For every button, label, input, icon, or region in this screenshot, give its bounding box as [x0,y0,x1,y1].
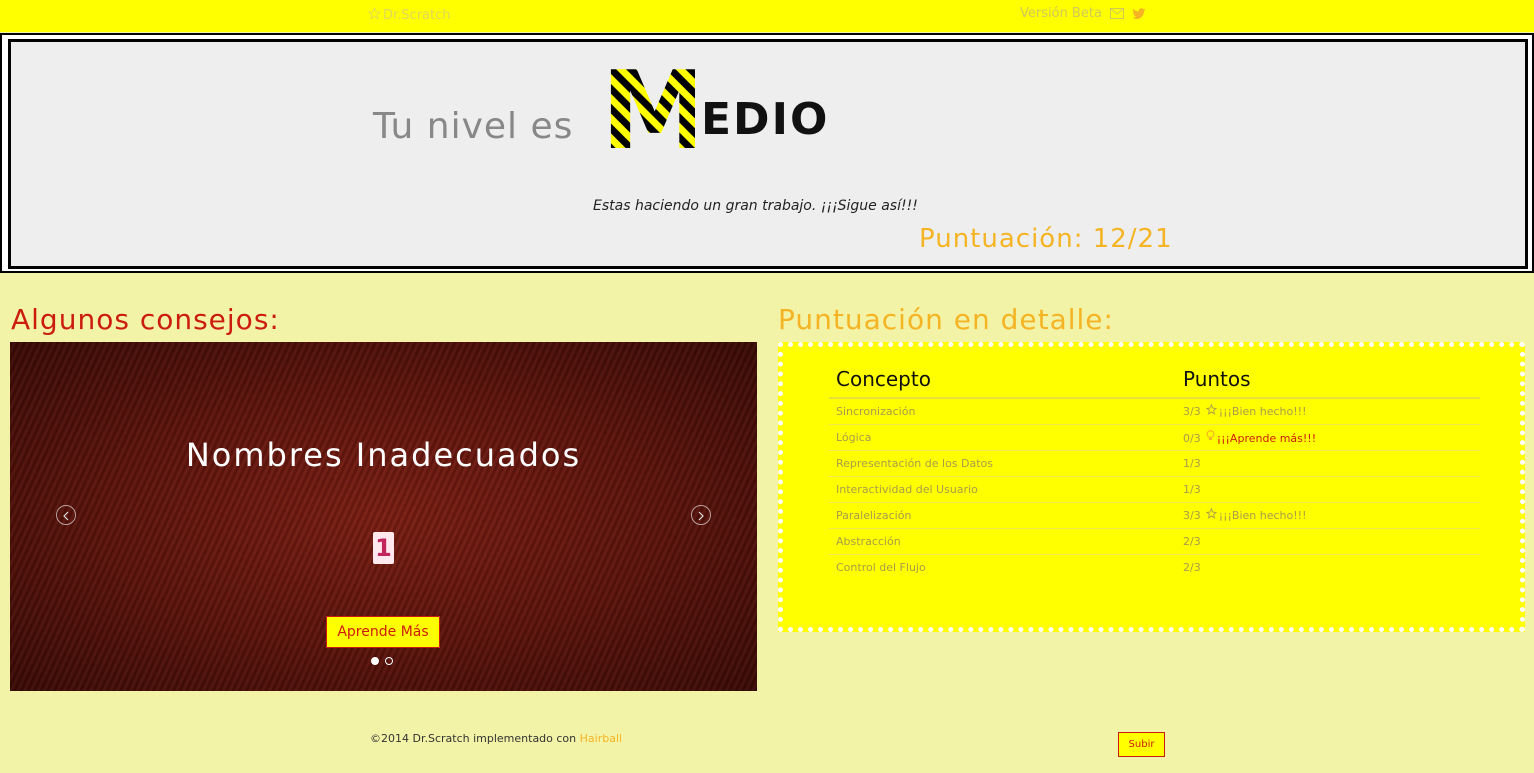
table-row: Abstracción 2/3 [829,528,1480,555]
points-value: 1/3 [1183,456,1201,470]
concept-cell: Control del Flujo [829,554,1176,580]
chevron-right-icon [697,506,705,525]
table-row: Paralelización 3/3 ¡¡¡Bien hecho!!! [829,502,1480,529]
points-cell: 2/3 [1176,554,1480,580]
concept-cell: Sincronización [829,397,1176,425]
twitter-icon[interactable] [1132,7,1146,20]
lightbulb-icon [1206,429,1215,445]
concept-cell: Lógica [829,424,1176,451]
tips-carousel: Nombres Inadecuados 1 Aprende Más [10,342,757,691]
table-row: Control del Flujo 2/3 [829,554,1480,580]
carousel-indicator-dot[interactable] [371,657,379,665]
points-cell: 2/3 [1176,528,1480,555]
learn-more-button[interactable]: Aprende Más [326,616,440,648]
brand-link[interactable]: Dr.Scratch [367,6,451,24]
score-detail-panel: Concepto Puntos Sincronización 3/3 ¡¡¡Bien… [778,342,1525,632]
points-cell: 0/3 ¡¡¡Aprende más!!! [1176,424,1480,451]
footer-credits: ©2014 Dr.Scratch implementado con Hairba… [370,732,622,745]
hairball-link[interactable]: Hairball [580,732,622,745]
concept-cell: Representación de los Datos [829,450,1176,477]
points-value: 1/3 [1183,482,1201,496]
feedback-note: ¡¡¡Bien hecho!!! [1218,509,1307,522]
points-value: 3/3 [1183,405,1201,418]
points-value: 2/3 [1183,534,1201,548]
level-initial-logo: M [603,66,695,150]
level-banner-inner: Tu nivel es M EDIO Estas haciendo un gra… [8,39,1528,269]
feedback-note: ¡¡¡Bien hecho!!! [1218,405,1307,418]
score-rows: Sincronización 3/3 ¡¡¡Bien hecho!!! Lógica 0… [829,397,1480,580]
level-prefix: Tu nivel es [373,106,574,147]
back-to-top-button[interactable]: Subir [1118,732,1165,757]
table-row: Interactividad del Usuario 1/3 [829,476,1480,503]
carousel-indicator-dot[interactable] [385,657,393,665]
concept-cell: Paralelización [829,502,1176,529]
star-outline-icon [1205,507,1217,522]
tips-title: Algunos consejos: [11,303,280,336]
table-row: Lógica 0/3 ¡¡¡Aprende más!!! [829,424,1480,451]
concept-cell: Abstracción [829,528,1176,555]
carousel-next-button[interactable] [691,505,711,525]
chevron-left-icon [62,506,70,525]
carousel-prev-button[interactable] [56,505,76,525]
score-table: Concepto Puntos Sincronización 3/3 ¡¡¡Bien… [829,363,1480,580]
star-outline-icon [1205,403,1217,418]
navbar-right: Versión Beta [1020,6,1146,21]
mail-icon[interactable] [1109,8,1124,19]
level-word: EDIO [701,94,830,145]
level-banner: Tu nivel es M EDIO Estas haciendo un gra… [0,33,1534,273]
feedback-note: ¡¡¡Aprende más!!! [1216,431,1317,445]
header-points: Puntos [1176,363,1480,399]
points-cell: 3/3 ¡¡¡Bien hecho!!! [1176,397,1480,425]
points-cell: 3/3 ¡¡¡Bien hecho!!! [1176,502,1480,529]
slide-title: Nombres Inadecuados [185,436,582,474]
details-title: Puntuación en detalle: [778,303,1114,336]
top-navbar: Dr.Scratch Versión Beta [0,0,1534,32]
footer-text: ©2014 Dr.Scratch implementado con [370,732,577,745]
table-header-row: Concepto Puntos [829,363,1480,399]
brand-label: Dr.Scratch [383,8,451,23]
points-cell: 1/3 [1176,476,1480,503]
header-concept: Concepto [829,363,1176,399]
version-label: Versión Beta [1020,6,1102,21]
concept-cell: Interactividad del Usuario [829,476,1176,503]
encouragement-message: Estas haciendo un gran trabajo. ¡¡¡Sigue… [593,198,918,214]
points-value: 0/3 [1183,431,1201,445]
total-score: Puntuación: 12/21 [919,224,1173,254]
carousel-indicators [371,657,393,665]
slide-number-badge: 1 [373,532,394,564]
points-value: 2/3 [1183,560,1201,574]
points-value: 3/3 [1183,509,1201,522]
table-row: Representación de los Datos 1/3 [829,450,1480,477]
star-outline-icon [367,6,382,24]
table-row: Sincronización 3/3 ¡¡¡Bien hecho!!! [829,397,1480,425]
points-cell: 1/3 [1176,450,1480,477]
